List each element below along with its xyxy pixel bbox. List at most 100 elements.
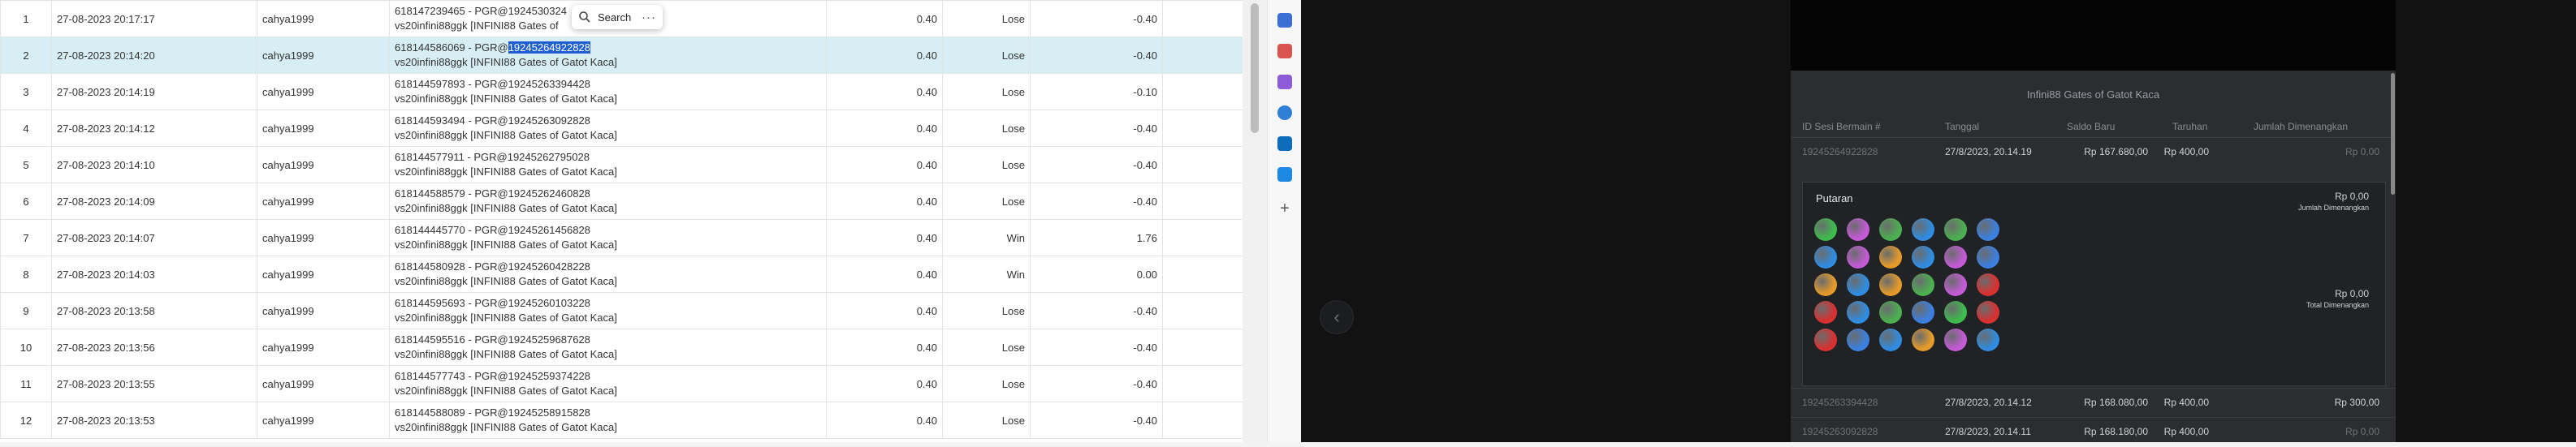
row-balance: 0.00 [1162,37,1243,74]
detail-id: 618144597893 - PGR@19245263394428 [395,78,590,90]
table-row[interactable]: 8 27-08-2023 20:14:03 cahya1999 61814458092… [0,256,1243,293]
table-row[interactable]: 10 27-08-2023 20:13:56 cahya1999 6181445955… [0,329,1243,366]
row-date: 27-08-2023 20:14:03 [51,256,257,293]
history-row[interactable]: 19245263092828 27/8/2023, 20.14.11 Rp 16… [1791,417,2396,447]
copilot-icon[interactable] [1277,105,1292,120]
selected-text[interactable]: 19245264922828 [508,41,590,54]
slot-symbol-icon [1847,273,1869,296]
row-winloss: 0.00 [1030,256,1163,293]
outlook-icon[interactable] [1277,136,1292,151]
slot-symbol-icon [1879,301,1902,324]
search-icon [579,11,590,23]
row-bet: 0.40 [826,292,943,329]
table-row[interactable]: 7 27-08-2023 20:14:07 cahya1999 61814444577… [0,219,1243,256]
row-bet: 0.40 [826,183,943,220]
row-result: Lose [942,402,1031,439]
row-detail: 618144593494 - PGR@19245263092828 vs20inf… [389,110,827,147]
row-balance: 0.00 [1162,402,1243,439]
slot-symbol-icon [1944,301,1967,324]
history-row[interactable]: 19245264922828 27/8/2023, 20.14.19 Rp 16… [1791,137,2396,167]
row-balance: 0.00 [1162,219,1243,256]
row-result: Lose [942,365,1031,402]
detail-game: vs20infini88ggk [INFINI88 Gates of Gatot… [395,275,617,287]
row-number: 10 [0,329,52,366]
row-winloss: -0.40 [1030,329,1163,366]
shopping-icon[interactable] [1277,167,1292,182]
header-won: Jumlah Dimenangkan [2254,121,2349,132]
modal-scrollbar[interactable] [2391,73,2395,195]
transactions-table-panel: 1 27-08-2023 20:17:17 cahya1999 61814723946… [0,0,1243,442]
row-number: 7 [0,219,52,256]
table-row[interactable]: 11 27-08-2023 20:13:55 cahya1999 6181445777… [0,365,1243,402]
context-search-popup[interactable]: Search ··· [572,5,663,29]
row-balance: 0.00 [1162,365,1243,402]
row-detail: 618144577743 - PGR@19245259374228 vs20inf… [389,365,827,402]
header-bet: Taruhan [2172,121,2208,132]
row-number: 9 [0,292,52,329]
slot-symbol-icon [1912,273,1934,296]
search-button[interactable]: Search [598,11,631,24]
table-row[interactable]: 3 27-08-2023 20:14:19 cahya1999 61814459789… [0,73,1243,110]
row-balance: 0.00 [1162,256,1243,293]
row-detail: 618144445770 - PGR@19245261456828 vs20inf… [389,219,827,256]
row-date: 27-08-2023 20:13:55 [51,365,257,402]
row-result: Win [942,256,1031,293]
row-bet: 0.40 [826,73,943,110]
slot-symbol-icon [1977,246,1999,269]
row-user: cahya1999 [257,292,390,329]
detail-game: vs20infini88ggk [INFINI88 Gates of Gatot… [395,385,617,397]
row-number: 8 [0,256,52,293]
slot-symbol-icon [1814,246,1837,269]
row-balance: 0.00 [1162,183,1243,220]
row-date: 27-08-2023 20:14:09 [51,183,257,220]
header-session-id: ID Sesi Bermain # [1802,121,1881,132]
table-row[interactable]: 4 27-08-2023 20:14:12 cahya1999 61814459349… [0,110,1243,147]
putaran-label: Putaran [1816,192,1853,204]
row-bet: 0.40 [826,402,943,439]
scrollbar-thumb[interactable] [1251,3,1259,133]
detail-id: 618144595693 - PGR@19245260103228 [395,297,590,309]
row-balance: 0.00 [1162,110,1243,147]
row-result: Lose [942,73,1031,110]
toolbox-icon[interactable] [1277,44,1292,58]
history-row[interactable]: 19245263394428 27/8/2023, 20.14.12 Rp 16… [1791,388,2396,418]
slot-symbol-icon [1977,273,1999,296]
slot-symbol-icon [1944,246,1967,269]
detail-game: vs20infini88ggk [INFINI88 Gates of Gatot… [395,312,617,324]
row-date: 27-08-2023 20:13:53 [51,402,257,439]
more-options-icon[interactable]: ··· [642,11,656,24]
table-row[interactable]: 5 27-08-2023 20:14:10 cahya1999 61814457791… [0,146,1243,183]
detail-game: vs20infini88ggk [INFINI88 Gates of Gatot… [395,92,617,105]
row-result: Lose [942,329,1031,366]
row-bet: 0.40 [826,256,943,293]
row-user: cahya1999 [257,219,390,256]
row-number: 3 [0,73,52,110]
table-row[interactable]: 6 27-08-2023 20:14:09 cahya1999 61814458857… [0,183,1243,220]
table-row[interactable]: 2 27-08-2023 20:14:20 cahya1999 61814458606… [0,37,1243,74]
row-detail: 618144577911 - PGR@19245262795028 vs20inf… [389,146,827,183]
header-balance: Saldo Baru [2067,121,2116,132]
browser-sidebar: + [1267,0,1302,442]
slot-symbol-icon [1879,218,1902,241]
row-bet: 0.40 [826,110,943,147]
modal-title: Infini88 Gates of Gatot Kaca [2026,88,2160,101]
row-balance: 0.00 [1162,73,1243,110]
prev-arrow-icon[interactable]: ‹ [1320,300,1354,334]
putaran-total-amount: Rp 0,00 [2334,288,2369,299]
tag-icon[interactable] [1277,13,1292,28]
row-result: Lose [942,146,1031,183]
detail-id: 618144577911 - PGR@19245262795028 [395,151,590,163]
transactions-table: 1 27-08-2023 20:17:17 cahya1999 61814723946… [0,0,1243,439]
people-icon[interactable] [1277,75,1292,89]
add-icon[interactable]: + [1277,200,1292,217]
row-detail: 618144595516 - PGR@19245259687628 vs20inf… [389,329,827,366]
table-row[interactable]: 9 27-08-2023 20:13:58 cahya1999 61814459569… [0,292,1243,329]
table-row[interactable]: 12 27-08-2023 20:13:53 cahya1999 6181445880… [0,402,1243,439]
detail-id: 618144586069 - PGR@ [395,41,508,54]
putaran-total-label: Total Dimenangkan [2306,301,2369,309]
slot-symbol-icon [1879,329,1902,351]
game-history-modal: Infini88 Gates of Gatot Kaca ID Sesi Ber… [1791,71,2396,442]
row-detail: 618144595693 - PGR@19245260103228 vs20inf… [389,292,827,329]
slot-symbol-icon [1847,246,1869,269]
table-scrollbar[interactable] [1243,0,1267,442]
